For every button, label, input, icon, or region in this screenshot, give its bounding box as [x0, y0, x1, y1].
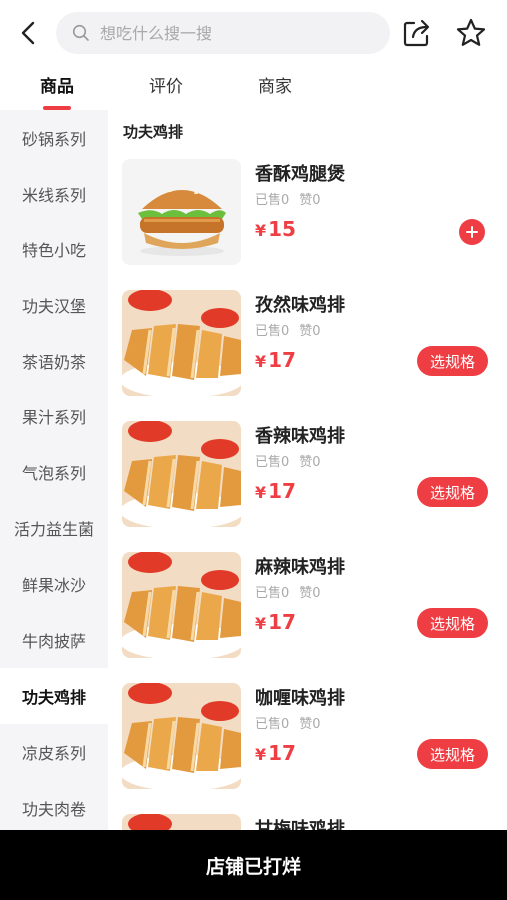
top-bar [0, 0, 507, 66]
product-item[interactable]: 甘梅味鸡排 [108, 814, 507, 830]
back-arrow-icon[interactable] [14, 18, 44, 48]
currency-symbol: ¥ [255, 614, 267, 633]
search-input[interactable] [100, 12, 380, 54]
sidebar-item-probiotic[interactable]: 活力益生菌 [0, 500, 108, 556]
price-value: 15 [268, 217, 296, 241]
sidebar-item-snacks[interactable]: 特色小吃 [0, 221, 108, 277]
sidebar-item-burgers[interactable]: 功夫汉堡 [0, 277, 108, 333]
chicken-cutlet-image[interactable] [122, 421, 241, 527]
search-box[interactable] [56, 12, 390, 54]
like-count: 赞0 [299, 455, 321, 470]
currency-symbol: ¥ [255, 483, 267, 502]
add-to-cart-button[interactable] [459, 219, 485, 245]
store-closed-banner: 店铺已打烊 [0, 830, 507, 900]
product-name: 甘梅味鸡排 [255, 819, 345, 830]
product-name: 孜然味鸡排 [255, 295, 345, 316]
sidebar-item-sparkling[interactable]: 气泡系列 [0, 444, 108, 500]
chicken-cutlet-image[interactable] [122, 290, 241, 396]
category-sidebar: 砂锅系列 米线系列 特色小吃 功夫汉堡 茶语奶茶 果汁系列 气泡系列 活力益生菌… [0, 110, 108, 830]
product-item[interactable]: 咖喱味鸡排 已售0 赞0 ¥17 选规格 [108, 683, 507, 814]
burger-image[interactable] [122, 159, 241, 265]
tab-merchant[interactable]: 商家 [235, 72, 315, 97]
product-stats: 已售0 赞0 [255, 189, 321, 208]
product-price: ¥17 [255, 610, 296, 634]
share-icon[interactable] [401, 17, 433, 49]
product-item[interactable]: 香酥鸡腿煲 已售0 赞0 ¥15 [108, 159, 507, 290]
search-icon [72, 24, 89, 41]
tab-reviews[interactable]: 评价 [126, 72, 206, 97]
chicken-cutlet-image[interactable] [122, 552, 241, 658]
like-count: 赞0 [299, 193, 321, 208]
product-price: ¥15 [255, 217, 296, 241]
store-closed-text: 店铺已打烊 [205, 855, 301, 878]
select-spec-button[interactable]: 选规格 [417, 477, 488, 507]
select-spec-button[interactable]: 选规格 [417, 608, 488, 638]
sidebar-item-chicken-cutlet[interactable]: 功夫鸡排 [0, 668, 108, 724]
product-stats: 已售0 赞0 [255, 582, 321, 601]
like-count: 赞0 [299, 717, 321, 732]
product-name: 香辣味鸡排 [255, 426, 345, 447]
product-stats: 已售0 赞0 [255, 713, 321, 732]
product-price: ¥17 [255, 479, 296, 503]
product-price: ¥17 [255, 348, 296, 372]
product-stats: 已售0 赞0 [255, 451, 321, 470]
tab-products[interactable]: 商品 [17, 72, 97, 97]
product-item[interactable]: 麻辣味鸡排 已售0 赞0 ¥17 选规格 [108, 552, 507, 683]
sidebar-item-casserole[interactable]: 砂锅系列 [0, 110, 108, 166]
price-value: 17 [268, 741, 296, 765]
select-spec-button[interactable]: 选规格 [417, 346, 488, 376]
currency-symbol: ¥ [255, 221, 267, 240]
select-spec-button[interactable]: 选规格 [417, 739, 488, 769]
sidebar-item-juice[interactable]: 果汁系列 [0, 388, 108, 444]
favorite-star-icon[interactable] [455, 17, 487, 49]
price-value: 17 [268, 479, 296, 503]
sold-count: 已售0 [255, 193, 290, 208]
sidebar-item-pizza[interactable]: 牛肉披萨 [0, 612, 108, 668]
chicken-cutlet-image[interactable] [122, 814, 241, 830]
like-count: 赞0 [299, 586, 321, 601]
like-count: 赞0 [299, 324, 321, 339]
currency-symbol: ¥ [255, 352, 267, 371]
sidebar-item-meat-roll[interactable]: 功夫肉卷 [0, 780, 108, 830]
sold-count: 已售0 [255, 455, 290, 470]
tab-bar: 商品 评价 商家 [0, 66, 507, 110]
product-item[interactable]: 孜然味鸡排 已售0 赞0 ¥17 选规格 [108, 290, 507, 421]
sidebar-item-cold-noodle[interactable]: 凉皮系列 [0, 724, 108, 780]
product-item[interactable]: 香辣味鸡排 已售0 赞0 ¥17 选规格 [108, 421, 507, 552]
product-name: 麻辣味鸡排 [255, 557, 345, 578]
price-value: 17 [268, 348, 296, 372]
sidebar-item-smoothie[interactable]: 鲜果冰沙 [0, 556, 108, 612]
product-stats: 已售0 赞0 [255, 320, 321, 339]
sidebar-item-milk-tea[interactable]: 茶语奶茶 [0, 333, 108, 389]
sold-count: 已售0 [255, 717, 290, 732]
currency-symbol: ¥ [255, 745, 267, 764]
price-value: 17 [268, 610, 296, 634]
product-price: ¥17 [255, 741, 296, 765]
sold-count: 已售0 [255, 324, 290, 339]
product-name: 香酥鸡腿煲 [255, 164, 345, 185]
product-name: 咖喱味鸡排 [255, 688, 345, 709]
product-list: 功夫鸡排 香酥鸡腿煲 已售0 赞0 ¥15 孜然味鸡排 已售0 赞0 ¥ 17 … [108, 110, 507, 830]
chicken-cutlet-image[interactable] [122, 683, 241, 789]
sold-count: 已售0 [255, 586, 290, 601]
section-title: 功夫鸡排 [123, 123, 184, 141]
sidebar-item-rice-noodle[interactable]: 米线系列 [0, 166, 108, 222]
